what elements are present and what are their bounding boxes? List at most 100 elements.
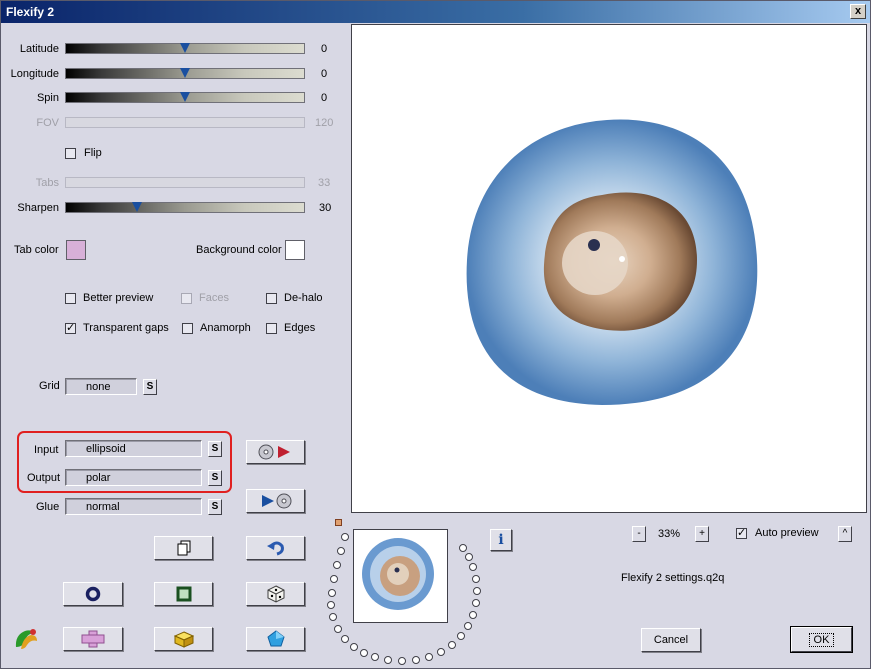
preview-panel[interactable]: [351, 24, 867, 513]
carousel-dot[interactable]: [328, 589, 336, 597]
input-value: ellipsoid: [86, 443, 126, 455]
input-to-output-icon: [258, 444, 290, 460]
background-color-swatch[interactable]: [285, 240, 305, 260]
spin-slider[interactable]: [65, 92, 305, 103]
flexify-dialog: Flexify 2 x Latitude 0 Longitude 0 Spin …: [0, 0, 871, 669]
carousel-dot[interactable]: [329, 613, 337, 621]
fov-slider: [65, 117, 305, 128]
carousel-dot[interactable]: [350, 643, 358, 651]
info-icon: i: [498, 532, 504, 548]
zoom-level: 33%: [658, 528, 681, 540]
longitude-value: 0: [321, 68, 328, 80]
cube-button[interactable]: [154, 627, 213, 651]
sharpen-value: 30: [319, 202, 332, 214]
longitude-label: Longitude: [10, 68, 59, 80]
input-label: Input: [34, 444, 59, 456]
grid-s-button[interactable]: S: [143, 379, 157, 395]
carousel-dot[interactable]: [398, 657, 406, 665]
spin-slider-thumb[interactable]: [180, 92, 190, 102]
carousel-dot[interactable]: [327, 601, 335, 609]
better-preview-label: Better preview: [83, 292, 154, 304]
ring-button[interactable]: [63, 582, 123, 606]
glue-s-button[interactable]: S: [208, 499, 222, 515]
tabs-value: 33: [318, 177, 331, 189]
sharpen-slider[interactable]: [65, 202, 305, 213]
flip-label: Flip: [84, 147, 102, 159]
square-icon: [176, 586, 191, 602]
transparent-gaps-checkbox[interactable]: ✓: [65, 323, 76, 334]
pentagon-button[interactable]: [246, 627, 305, 651]
carousel-dot[interactable]: [469, 563, 477, 571]
input-to-output-button[interactable]: [246, 440, 305, 464]
faces-label: Faces: [199, 292, 229, 304]
carousel-dot[interactable]: [464, 622, 472, 630]
carousel-dot[interactable]: [437, 648, 445, 656]
zoom-out-button[interactable]: -: [632, 526, 646, 542]
copy-icon: [177, 540, 190, 556]
dice-icon: [267, 585, 284, 603]
carousel-dot[interactable]: [341, 635, 349, 643]
copy-button[interactable]: [154, 536, 213, 560]
input-select[interactable]: ellipsoid: [65, 440, 202, 457]
carousel-dot[interactable]: [473, 587, 481, 595]
glue-select[interactable]: normal: [65, 498, 202, 515]
anamorph-checkbox[interactable]: [182, 323, 193, 334]
grid-select[interactable]: none: [65, 378, 137, 395]
better-preview-checkbox[interactable]: [65, 293, 76, 304]
grid-label: Grid: [39, 380, 60, 392]
undo-button[interactable]: [246, 536, 305, 560]
background-color-label: Background color: [196, 244, 282, 256]
random-button[interactable]: [246, 582, 305, 606]
cube-icon: [173, 631, 194, 648]
carousel-dot[interactable]: [425, 653, 433, 661]
carousel-dot[interactable]: [472, 575, 480, 583]
settings-filename: Flexify 2 settings.q2q: [621, 572, 725, 584]
output-select[interactable]: polar: [65, 469, 202, 486]
thumbnail-image: [362, 538, 434, 610]
longitude-slider-thumb[interactable]: [180, 68, 190, 78]
input-s-button[interactable]: S: [208, 441, 222, 457]
grid-value: none: [86, 381, 111, 393]
output-s-button[interactable]: S: [208, 470, 222, 486]
ok-button-label: OK: [808, 632, 835, 647]
carousel-dot[interactable]: [333, 561, 341, 569]
spin-label: Spin: [36, 92, 59, 104]
cancel-button[interactable]: Cancel: [641, 628, 701, 652]
square-button[interactable]: [154, 582, 213, 606]
latitude-slider[interactable]: [65, 43, 305, 54]
flip-checkbox[interactable]: [65, 148, 76, 159]
carousel-dot[interactable]: [469, 611, 477, 619]
info-button[interactable]: i: [490, 529, 512, 551]
carousel-dot[interactable]: [459, 544, 467, 552]
ok-button[interactable]: OK: [790, 626, 853, 653]
carousel-dot[interactable]: [412, 656, 420, 664]
de-halo-label: De-halo: [284, 292, 323, 304]
carousel-dot[interactable]: [334, 625, 342, 633]
carousel-dot[interactable]: [472, 599, 480, 607]
carousel-dot[interactable]: [384, 656, 392, 664]
carousel-dot[interactable]: [465, 553, 473, 561]
carousel-dot[interactable]: [448, 641, 456, 649]
tab-color-swatch[interactable]: [66, 240, 86, 260]
edges-checkbox[interactable]: [266, 323, 277, 334]
carousel-dot[interactable]: [337, 547, 345, 555]
carousel-dot[interactable]: [360, 649, 368, 657]
close-button[interactable]: x: [850, 4, 866, 19]
zoom-in-button[interactable]: +: [695, 526, 709, 542]
output-to-input-button[interactable]: [246, 489, 305, 513]
latitude-slider-thumb[interactable]: [180, 43, 190, 53]
longitude-slider[interactable]: [65, 68, 305, 79]
tabs-slider: [65, 177, 305, 188]
auto-preview-checkbox[interactable]: ✓: [736, 528, 747, 539]
carousel-dot[interactable]: [330, 575, 338, 583]
carousel-dot[interactable]: [457, 632, 465, 640]
plus-shape-button[interactable]: [63, 627, 123, 651]
expand-button[interactable]: ^: [838, 526, 852, 542]
carousel-dot[interactable]: [341, 533, 349, 541]
preset-thumbnail[interactable]: [353, 529, 448, 623]
de-halo-checkbox[interactable]: [266, 293, 277, 304]
carousel-dot[interactable]: [371, 653, 379, 661]
pentagon-icon: [266, 630, 285, 647]
output-to-input-icon: [261, 493, 291, 509]
sharpen-slider-thumb[interactable]: [132, 202, 143, 212]
